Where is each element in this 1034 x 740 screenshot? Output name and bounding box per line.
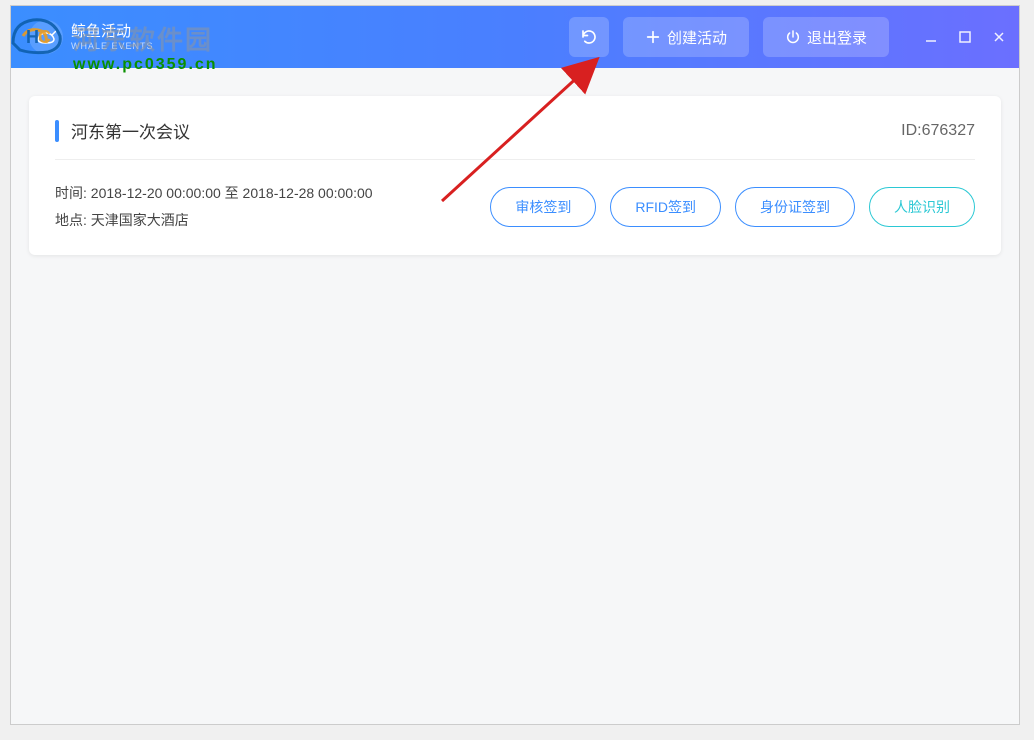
close-button[interactable] xyxy=(991,29,1007,45)
create-event-button[interactable]: 创建活动 xyxy=(623,17,749,57)
location-label: 地点: xyxy=(55,212,87,228)
refresh-button[interactable] xyxy=(569,17,609,57)
event-actions: 审核签到 RFID签到 身份证签到 人脸识别 xyxy=(490,187,975,227)
card-header: 河东第一次会议 ID:676327 xyxy=(55,118,975,160)
title-bar: 鲸鱼活动 WHALE EVENTS 创建活动 退出登录 xyxy=(11,6,1019,68)
app-logo: 鲸鱼活动 WHALE EVENTS xyxy=(29,20,154,54)
whale-icon xyxy=(29,20,63,54)
event-title: 河东第一次会议 xyxy=(71,118,190,143)
content-area: 河东第一次会议 ID:676327 时间: 2018-12-20 00:00:0… xyxy=(11,68,1019,283)
face-recognition-button[interactable]: 人脸识别 xyxy=(869,187,975,227)
app-window: 鲸鱼活动 WHALE EVENTS 创建活动 退出登录 xyxy=(10,5,1020,725)
refresh-icon xyxy=(580,28,598,46)
app-name-en: WHALE EVENTS xyxy=(71,41,154,51)
logout-button[interactable]: 退出登录 xyxy=(763,17,889,57)
power-icon xyxy=(785,29,801,45)
logout-label: 退出登录 xyxy=(807,27,867,48)
event-id: ID:676327 xyxy=(901,122,975,140)
minimize-button[interactable] xyxy=(923,29,939,45)
location-value: 天津国家大酒店 xyxy=(91,212,189,228)
time-label: 时间: xyxy=(55,185,87,201)
rfid-checkin-button[interactable]: RFID签到 xyxy=(610,187,721,227)
app-name-cn: 鲸鱼活动 xyxy=(71,23,154,41)
create-event-label: 创建活动 xyxy=(667,27,727,48)
title-accent xyxy=(55,120,59,142)
plus-icon xyxy=(645,29,661,45)
event-card: 河东第一次会议 ID:676327 时间: 2018-12-20 00:00:0… xyxy=(29,96,1001,255)
time-value: 2018-12-20 00:00:00 至 2018-12-28 00:00:0… xyxy=(91,185,373,201)
maximize-button[interactable] xyxy=(957,29,973,45)
window-controls xyxy=(923,29,1007,45)
event-details: 时间: 2018-12-20 00:00:00 至 2018-12-28 00:… xyxy=(55,180,373,233)
title-actions: 创建活动 退出登录 xyxy=(569,17,1007,57)
card-body: 时间: 2018-12-20 00:00:00 至 2018-12-28 00:… xyxy=(55,160,975,233)
review-checkin-button[interactable]: 审核签到 xyxy=(490,187,596,227)
idcard-checkin-button[interactable]: 身份证签到 xyxy=(735,187,855,227)
